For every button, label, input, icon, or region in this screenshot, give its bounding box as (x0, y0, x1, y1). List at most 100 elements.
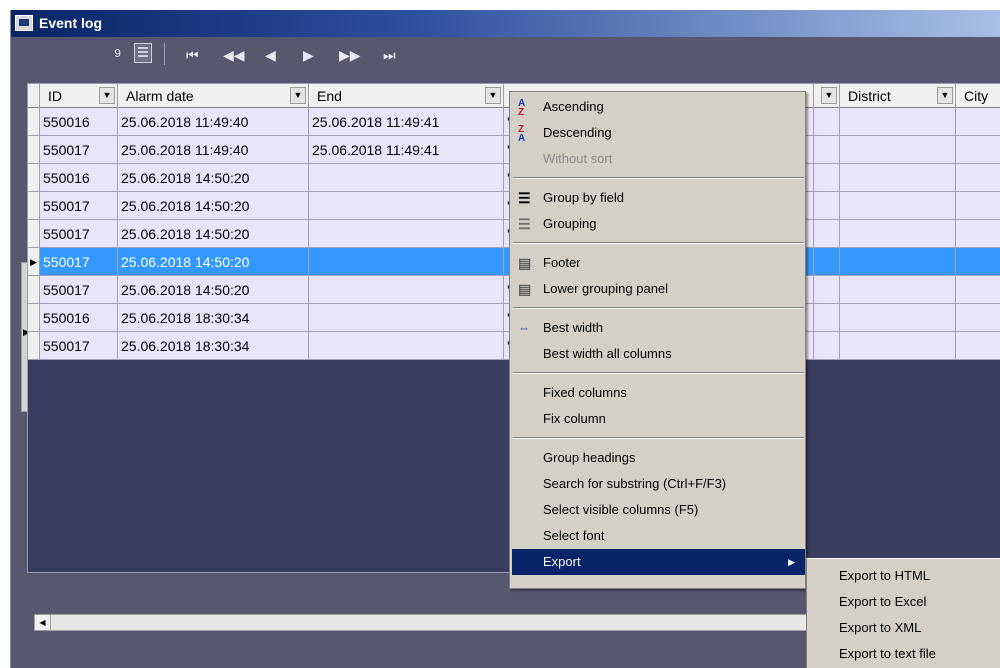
menu-item-fixed-columns[interactable]: Fixed columns (512, 380, 805, 406)
menu-item-group-headings[interactable]: Group headings (512, 445, 805, 471)
table-cell[interactable] (956, 248, 1000, 276)
table-cell[interactable] (309, 220, 504, 248)
table-cell[interactable]: 550017 (40, 332, 118, 360)
menu-item-descending[interactable]: Z A Descending (512, 120, 805, 146)
row-indicator[interactable] (28, 192, 40, 220)
table-cell[interactable] (956, 304, 1000, 332)
menu-item-best-width[interactable]: ⇔ Best width (512, 315, 805, 341)
submenu-item-export-to-xml[interactable]: Export to XML (807, 615, 1000, 641)
row-indicator[interactable] (28, 332, 40, 360)
table-cell[interactable] (840, 248, 956, 276)
column-header-district[interactable]: District ▼ (840, 84, 956, 108)
prev-record-button[interactable]: ◀ (265, 47, 276, 64)
submenu-item-export-to-html[interactable]: Export to HTML (807, 563, 1000, 589)
table-cell[interactable] (814, 304, 840, 332)
table-cell[interactable] (840, 108, 956, 136)
table-cell[interactable] (840, 192, 956, 220)
table-cell[interactable] (309, 248, 504, 276)
table-cell[interactable]: 550016 (40, 164, 118, 192)
table-cell[interactable] (814, 164, 840, 192)
table-cell[interactable]: 25.06.2018 11:49:40 (118, 136, 309, 164)
table-cell[interactable] (956, 136, 1000, 164)
table-cell[interactable] (840, 332, 956, 360)
chevron-down-icon[interactable]: ▼ (99, 87, 115, 104)
next-page-button[interactable]: ▶▶ (339, 47, 361, 64)
menu-item-grouping[interactable]: ☰ Grouping (512, 211, 805, 237)
row-indicator[interactable] (28, 108, 40, 136)
chevron-down-icon[interactable]: ▼ (937, 87, 953, 104)
row-indicator[interactable] (28, 136, 40, 164)
table-cell[interactable] (840, 220, 956, 248)
table-cell[interactable] (956, 108, 1000, 136)
table-cell[interactable]: 25.06.2018 11:49:41 (309, 108, 504, 136)
table-cell[interactable]: 25.06.2018 14:50:20 (118, 220, 309, 248)
row-indicator[interactable]: ▶ (28, 248, 40, 276)
table-cell[interactable] (956, 332, 1000, 360)
first-record-button[interactable]: ⏮ (186, 47, 199, 64)
menu-item-fix-column[interactable]: Fix column (512, 406, 805, 432)
grid-view-button[interactable] (134, 43, 152, 63)
table-cell[interactable] (309, 304, 504, 332)
chevron-down-icon[interactable]: ▼ (485, 87, 501, 104)
table-cell[interactable]: 550017 (40, 136, 118, 164)
menu-item-best-width-all-columns[interactable]: Best width all columns (512, 341, 805, 367)
table-cell[interactable] (814, 276, 840, 304)
table-cell[interactable] (309, 164, 504, 192)
table-cell[interactable] (956, 164, 1000, 192)
chevron-down-icon[interactable]: ▼ (290, 87, 306, 104)
column-header-id[interactable]: ID ▼ (40, 84, 118, 108)
table-cell[interactable]: 550017 (40, 248, 118, 276)
scroll-left-icon[interactable]: ◀ (35, 615, 51, 630)
chevron-down-icon[interactable]: ▼ (821, 87, 837, 104)
table-cell[interactable] (814, 108, 840, 136)
menu-item-lower-grouping-panel[interactable]: ▤ Lower grouping panel (512, 276, 805, 302)
table-cell[interactable] (840, 304, 956, 332)
column-header-alarm-date[interactable]: Alarm date ▼ (118, 84, 309, 108)
table-cell[interactable]: 550017 (40, 192, 118, 220)
prev-page-button[interactable]: ◀◀ (223, 47, 245, 64)
table-cell[interactable] (956, 192, 1000, 220)
table-cell[interactable] (309, 332, 504, 360)
table-cell[interactable]: 25.06.2018 14:50:20 (118, 248, 309, 276)
table-cell[interactable] (814, 192, 840, 220)
submenu-item-export-to-excel[interactable]: Export to Excel (807, 589, 1000, 615)
row-indicator[interactable] (28, 276, 40, 304)
menu-item-select-font[interactable]: Select font (512, 523, 805, 549)
table-cell[interactable]: 25.06.2018 18:30:34 (118, 332, 309, 360)
menu-item-search-for-substring-ctrl-f-f3[interactable]: Search for substring (Ctrl+F/F3) (512, 471, 805, 497)
table-cell[interactable] (814, 220, 840, 248)
table-cell[interactable] (956, 220, 1000, 248)
table-cell[interactable]: 25.06.2018 14:50:20 (118, 164, 309, 192)
table-cell[interactable]: 25.06.2018 14:50:20 (118, 192, 309, 220)
row-indicator[interactable] (28, 164, 40, 192)
table-cell[interactable]: 25.06.2018 18:30:34 (118, 304, 309, 332)
table-cell[interactable]: 25.06.2018 14:50:20 (118, 276, 309, 304)
menu-item-export[interactable]: Export ▶ (512, 549, 805, 575)
table-cell[interactable] (309, 276, 504, 304)
table-cell[interactable]: 550016 (40, 304, 118, 332)
column-header-end[interactable]: End ▼ (309, 84, 504, 108)
table-cell[interactable]: 550017 (40, 220, 118, 248)
table-cell[interactable]: 550017 (40, 276, 118, 304)
table-cell[interactable] (814, 332, 840, 360)
column-header-5[interactable]: ▼ (814, 84, 840, 108)
table-cell[interactable] (840, 164, 956, 192)
row-indicator[interactable] (28, 220, 40, 248)
table-cell[interactable]: 25.06.2018 11:49:40 (118, 108, 309, 136)
table-cell[interactable] (956, 276, 1000, 304)
table-cell[interactable]: 550016 (40, 108, 118, 136)
next-record-button[interactable]: ▶ (303, 47, 314, 64)
table-cell[interactable]: 25.06.2018 11:49:41 (309, 136, 504, 164)
table-cell[interactable] (309, 192, 504, 220)
table-cell[interactable] (840, 136, 956, 164)
submenu-item-export-to-text-file[interactable]: Export to text file (807, 641, 1000, 667)
last-record-button[interactable]: ⏭ (383, 47, 396, 64)
column-header-city[interactable]: City (956, 84, 1000, 108)
row-indicator[interactable] (28, 304, 40, 332)
menu-item-footer[interactable]: ▤ Footer (512, 250, 805, 276)
table-cell[interactable] (814, 136, 840, 164)
table-cell[interactable] (814, 248, 840, 276)
menu-item-select-visible-columns-f5[interactable]: Select visible columns (F5) (512, 497, 805, 523)
table-cell[interactable] (840, 276, 956, 304)
menu-item-group-by-field[interactable]: ☰ Group by field (512, 185, 805, 211)
